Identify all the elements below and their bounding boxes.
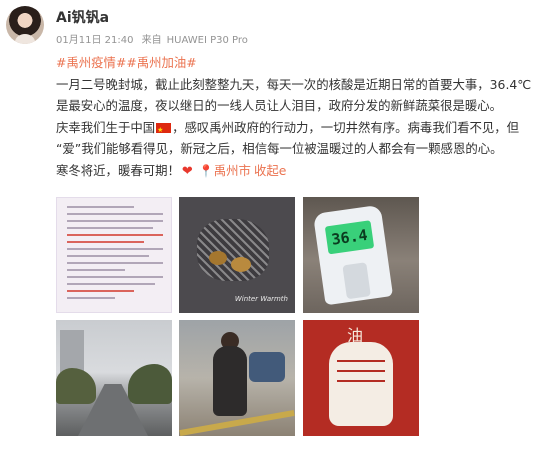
trees-right [128, 364, 172, 404]
photo-caption: Winter Warmth [234, 295, 288, 303]
photo-queue-street[interactable] [179, 320, 295, 436]
post-timestamp[interactable]: 01月11日 21:40 [56, 35, 133, 46]
image-grid: Winter Warmth 36.4 油 [56, 197, 422, 441]
post-text-line-3-end: ，感叹禹州政府的行动力，一切井然有序。病毒我们看不见，但 [172, 119, 520, 135]
user-avatar[interactable] [6, 6, 44, 44]
post-text-line-1: 一月二号晚封城，截止此刻整整九天，每天一次的核酸是近期日常的首要大事，36.4℃ [56, 76, 532, 92]
photo-vegetable-bag[interactable]: Winter Warmth [179, 197, 295, 313]
hashtag-yuzhou-jiayou[interactable]: #禹州加油# [126, 55, 196, 70]
photo-fist-poster[interactable]: 油 [303, 320, 419, 436]
author-name[interactable]: Ai钒钒a [56, 7, 109, 27]
post-text-line-3-start: 庆幸我们生于中国 [56, 119, 156, 135]
photo-thermometer[interactable]: 36.4 [303, 197, 419, 313]
post-meta: 01月11日 21:40 来自 HUAWEI P30 Pro [56, 31, 253, 46]
source-prefix: 来自 [141, 35, 162, 46]
hashtag-yuzhou-epidemic[interactable]: #禹州疫情# [56, 55, 126, 70]
photo-notice-letter[interactable] [56, 197, 172, 313]
thermometer-reading: 36.4 [324, 220, 375, 255]
post-body: #禹州疫情##禹州加油# 一月二号晚封城，截止此刻整整九天，每天一次的核酸是近期… [56, 52, 546, 182]
heart-icon: ❤ [181, 163, 193, 179]
photo-empty-street[interactable] [56, 320, 172, 436]
source-device: HUAWEI P30 Pro [166, 35, 248, 46]
crowd [249, 352, 285, 382]
thermometer: 36.4 [312, 204, 394, 306]
post-text-line-4: “爱”我们能够看得见，新冠之后，相信每一位被温暖过的人都会有一颗感恩的心。 [56, 141, 503, 156]
collapse-link[interactable]: 收起e [254, 163, 286, 178]
trees-left [56, 368, 96, 404]
post-text-line-5: 寒冬将近，暖春可期！ ❤ 📍禹州市 收起e [56, 160, 546, 183]
person-in-coat [213, 346, 247, 416]
notice-text-lines [67, 206, 163, 304]
post-text-closing: 寒冬将近，暖春可期！ [56, 162, 180, 178]
potato-shape [209, 251, 227, 265]
hashtag-line: #禹州疫情##禹州加油# [56, 52, 546, 74]
location-pin-icon: 📍 [198, 163, 214, 178]
vegetable-bag [197, 219, 269, 281]
thermometer-handle [342, 262, 371, 300]
post-text-line-2: 是最安心的温度，夜以继日的一线人员让人泪目，政府分发的新鲜蔬菜很是暖心。 [56, 98, 503, 113]
china-flag-icon [156, 120, 172, 141]
raised-fist [329, 342, 393, 426]
post-text-line-3: 庆幸我们生于中国 ，感叹禹州政府的行动力，一切井然有序。病毒我们看不见，但 [56, 117, 546, 142]
potato-shape [231, 257, 251, 272]
location-link[interactable]: 禹州市 [214, 163, 251, 178]
